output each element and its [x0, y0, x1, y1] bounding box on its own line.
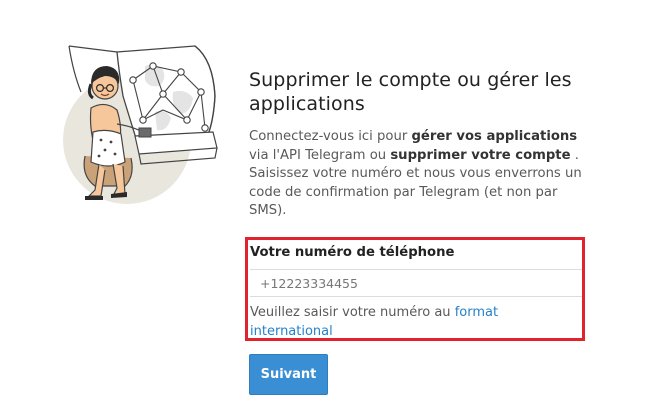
description-part-2: via l'API Telegram ou [249, 147, 391, 163]
phone-hint: Veuillez saisir votre numéro au format i… [250, 303, 580, 341]
main-content: Supprimer le compte ou gérer les applica… [249, 68, 599, 221]
next-button[interactable]: Suivant [249, 354, 328, 395]
phone-label: Votre numéro de téléphone [250, 245, 455, 260]
page-title: Supprimer le compte ou gérer les applica… [249, 69, 572, 115]
manage-apps-emphasis: gérer vos applications [411, 129, 578, 144]
delete-account-emphasis: supprimer votre compte [390, 147, 571, 163]
description-text: Connectez-vous ici pour gérer vos applic… [249, 128, 599, 221]
telegram-illustration-icon [55, 36, 235, 212]
phone-hint-text: Veuillez saisir votre numéro au [250, 305, 455, 320]
phone-form-highlight: Votre numéro de téléphone Veuillez saisi… [245, 237, 585, 341]
phone-number-input[interactable] [250, 269, 582, 297]
page: Supprimer le compte ou gérer les applica… [0, 0, 670, 404]
description-part-1: Connectez-vous ici pour [249, 129, 412, 144]
